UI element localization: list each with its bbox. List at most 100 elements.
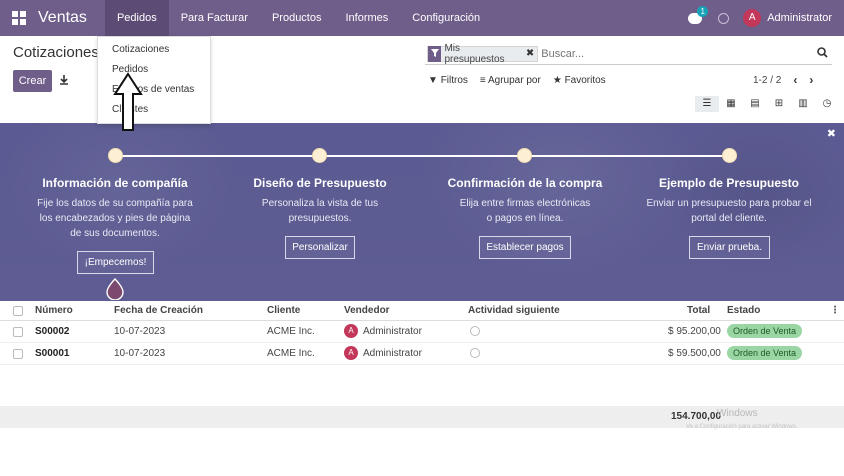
search-icon[interactable]: [817, 47, 828, 61]
windows-watermark: Windows: [717, 408, 758, 419]
clock-icon[interactable]: [470, 348, 480, 359]
step-company-info: Información de compañía Fije los datos d…: [20, 176, 210, 241]
windows-watermark-subtext: Ve a Configuración para activar Windows.: [686, 424, 798, 430]
user-name: Administrator: [767, 12, 832, 24]
filters-button[interactable]: ▼ Filtros: [428, 75, 468, 86]
nav-item-informes[interactable]: Informes: [333, 0, 400, 36]
step-sample-quote: Ejemplo de Presupuesto Enviar un presupu…: [634, 176, 824, 226]
activity-view-icon[interactable]: ◷: [815, 96, 839, 112]
menu-item-cotizaciones[interactable]: Cotizaciones: [98, 42, 210, 62]
seller-name: Administrator: [363, 326, 422, 337]
start-button[interactable]: ¡Empecemos!: [77, 251, 154, 274]
column-header-status[interactable]: Estado: [727, 301, 760, 321]
search-input[interactable]: [541, 47, 832, 60]
seller-name: Administrator: [363, 348, 422, 359]
arrow-up-icon: [113, 72, 143, 131]
send-sample-button[interactable]: Enviar prueba.: [689, 236, 770, 259]
step-description: Enviar un presupuesto para probar el por…: [646, 198, 812, 224]
step-purchase-confirmation: Confirmación de la compra Elija entre fi…: [430, 176, 620, 226]
row-checkbox[interactable]: [13, 349, 23, 359]
search-bar: Mis presupuestos ✖: [425, 43, 832, 65]
table-row[interactable]: S00001 10-07-2023 ACME Inc. A Administrat…: [0, 344, 844, 365]
onboarding-timeline: [116, 155, 730, 157]
creation-date: 10-07-2023: [114, 348, 166, 359]
nav-item-pedidos[interactable]: Pedidos: [104, 0, 169, 36]
chat-icon[interactable]: 1: [688, 6, 709, 25]
creation-date: 10-07-2023: [114, 326, 166, 337]
set-payments-button[interactable]: Establecer pagos: [479, 236, 571, 259]
step-dot: [312, 148, 327, 163]
client-name: ACME Inc.: [267, 348, 315, 359]
avatar: A: [344, 324, 358, 339]
filter-funnel-icon: ▼: [428, 75, 438, 86]
step-dot: [722, 148, 737, 163]
nav-item-configuracion[interactable]: Configuración: [400, 0, 492, 36]
activity-clock-icon[interactable]: [718, 12, 730, 24]
column-header-activity[interactable]: Actividad siguiente: [468, 301, 560, 321]
column-header-date[interactable]: Fecha de Creación: [114, 301, 203, 321]
grand-total: 154.700,00: [671, 411, 722, 422]
column-header-seller[interactable]: Vendedor: [344, 301, 390, 321]
step-title: Información de compañía: [42, 176, 188, 190]
status-badge: Orden de Venta: [727, 324, 803, 339]
step-title: Confirmación de la compra: [447, 176, 603, 190]
step-title: Ejemplo de Presupuesto: [658, 176, 800, 190]
favorites-button[interactable]: ★ Favoritos: [553, 75, 606, 86]
activity-cell[interactable]: [470, 322, 480, 342]
app-name[interactable]: Ventas: [38, 9, 87, 27]
chat-badge: 1: [697, 6, 709, 17]
list-view-icon[interactable]: ☰: [695, 96, 719, 112]
table-row[interactable]: S00002 10-07-2023 ACME Inc. A Administrat…: [0, 322, 844, 343]
order-number: S00001: [35, 348, 70, 359]
page-title: Cotizaciones: [13, 44, 99, 61]
customize-button[interactable]: Personalizar: [285, 236, 355, 259]
order-total: $ 59.500,00: [668, 348, 721, 359]
nav-item-para-facturar[interactable]: Para Facturar: [169, 0, 260, 36]
row-checkbox[interactable]: [13, 327, 23, 337]
column-header-client[interactable]: Cliente: [267, 301, 300, 321]
table-header: Número Fecha de Creación Cliente Vendedo…: [0, 301, 844, 321]
step-dot: [108, 148, 123, 163]
create-button[interactable]: Crear: [13, 70, 52, 92]
select-all-checkbox[interactable]: [13, 306, 23, 316]
step-description: Personaliza la vista de tus presupuestos…: [261, 198, 379, 224]
pivot-view-icon[interactable]: ⊞: [767, 96, 791, 112]
group-list-icon: ≡: [479, 75, 486, 86]
step-dot: [517, 148, 532, 163]
step-description: Fije los datos de su compañía para los e…: [37, 198, 193, 239]
user-menu[interactable]: A Administrator: [743, 9, 832, 27]
pager-next-icon[interactable]: ›: [809, 74, 813, 86]
view-switcher: ☰ ▦ ▤ ⊞ ▥ ◷: [695, 96, 839, 112]
order-total: $ 95.200,00: [668, 326, 721, 337]
calendar-view-icon[interactable]: ▤: [743, 96, 767, 112]
activity-cell[interactable]: [470, 344, 480, 364]
status-cell: Orden de Venta: [727, 322, 803, 342]
status-cell: Orden de Venta: [727, 344, 803, 364]
pager-value[interactable]: 1-2 / 2: [753, 75, 781, 86]
client-name: ACME Inc.: [267, 326, 315, 337]
status-badge: Orden de Venta: [727, 346, 803, 361]
column-header-number[interactable]: Número: [35, 301, 73, 321]
clock-icon[interactable]: [470, 326, 480, 337]
group-by-button[interactable]: ≡ Agrupar por: [480, 75, 541, 86]
graph-view-icon[interactable]: ▥: [791, 96, 815, 112]
order-number: S00002: [35, 326, 70, 337]
apps-menu-icon[interactable]: [12, 11, 26, 25]
nav-item-productos[interactable]: Productos: [260, 0, 334, 36]
step-title: Diseño de Presupuesto: [253, 176, 387, 190]
pager: 1-2 / 2 ‹ ›: [753, 74, 813, 86]
remove-facet-icon[interactable]: ✖: [523, 48, 537, 59]
search-options: ▼ Filtros ≡ Agrupar por ★ Favoritos: [428, 75, 606, 86]
onboarding-banner: ✖ Información de compañía Fije los datos…: [0, 123, 844, 301]
avatar: A: [344, 346, 358, 361]
seller: A Administrator: [344, 344, 422, 364]
pager-prev-icon[interactable]: ‹: [793, 74, 797, 86]
step-quote-design: Diseño de Presupuesto Personaliza la vis…: [225, 176, 415, 226]
close-icon[interactable]: ✖: [827, 127, 836, 140]
search-facet[interactable]: Mis presupuestos ✖: [427, 43, 539, 65]
download-icon[interactable]: [58, 74, 70, 86]
column-header-total[interactable]: Total: [687, 301, 710, 321]
step-description: Elija entre firmas electrónicas o pagos …: [459, 198, 591, 224]
kanban-view-icon[interactable]: ▦: [719, 96, 743, 112]
column-options-icon[interactable]: ⋮: [830, 305, 840, 316]
